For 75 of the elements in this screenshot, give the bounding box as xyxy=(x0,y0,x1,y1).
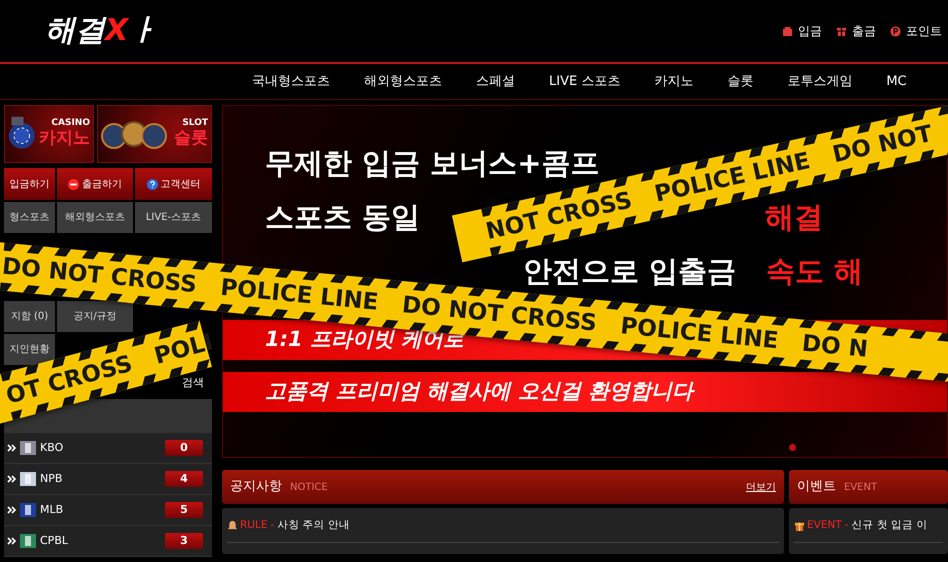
action-button[interactable]: 고객센터 xyxy=(135,168,212,200)
menu-button[interactable]: LIVE-스포츠 xyxy=(135,202,212,233)
tape-text: DO NOT xyxy=(830,122,934,167)
slot-banner[interactable]: SLOT 슬롯 xyxy=(97,105,212,163)
bell-icon xyxy=(227,520,238,532)
banner-text: 고품격 프리미엄 해결사에 오신걸 환영합니다 xyxy=(265,378,694,406)
nav-link[interactable]: 로투스게임 xyxy=(787,72,852,92)
minus-circle-icon xyxy=(68,178,79,190)
wallet-icon xyxy=(782,26,793,36)
tape-text: POLI xyxy=(152,330,216,368)
nav-link[interactable]: LIVE 스포츠 xyxy=(549,72,620,92)
banner-caption: CASINO xyxy=(51,118,90,128)
gift-icon xyxy=(794,520,805,532)
league-logo-icon xyxy=(20,441,36,455)
header-link[interactable]: 포인트 xyxy=(890,22,942,40)
tape-text: POLICE LINE xyxy=(219,276,380,314)
banner-headline: 해결 xyxy=(765,202,824,232)
league-logo-icon xyxy=(20,534,36,548)
league-name: KBO xyxy=(40,440,64,456)
banner-caption: SLOT xyxy=(182,118,208,128)
count-badge: 3 xyxy=(165,533,203,549)
nav-link[interactable]: 스페셜 xyxy=(476,72,515,92)
panel-subtitle: EVENT xyxy=(844,480,878,494)
banner-headline: 스포츠 동일 xyxy=(265,202,420,232)
league-row[interactable]: MLB 5 xyxy=(4,495,212,526)
panel-subtitle: NOTICE xyxy=(290,480,329,494)
league-row[interactable]: NPB 4 xyxy=(4,464,212,495)
menu-button[interactable]: 지인현황 xyxy=(4,334,55,365)
double-chevron-icon xyxy=(7,537,16,545)
action-button[interactable]: 입금하기 xyxy=(4,168,55,200)
count-badge: 4 xyxy=(165,471,203,487)
more-link[interactable]: 더보기 xyxy=(746,480,776,494)
double-chevron-icon xyxy=(7,444,16,452)
tape-text: POLICE LINE xyxy=(619,314,780,353)
nav-link[interactable]: 해외형스포츠 xyxy=(364,72,442,92)
tape-text: DO NOT CROSS xyxy=(1,255,198,297)
banner-headline: 속도 해 xyxy=(766,256,864,286)
league-name: CPBL xyxy=(40,532,69,549)
count-badge: 5 xyxy=(165,502,203,518)
menu-button[interactable]: 지함 (0) xyxy=(4,301,55,332)
action-button[interactable]: 출금하기 xyxy=(57,168,133,200)
panel-title: 이벤트 xyxy=(797,478,836,496)
league-name: MLB xyxy=(40,502,64,518)
league-row[interactable]: CPBL 3 xyxy=(4,526,212,557)
notice-link[interactable]: EVENT - 신규 첫 입금 이 xyxy=(807,518,928,534)
double-chevron-icon xyxy=(7,475,16,483)
gift-icon xyxy=(836,26,847,36)
casino-banner[interactable]: CASINO 카지노 xyxy=(4,105,94,163)
league-name: NPB xyxy=(40,470,64,487)
league-logo-icon xyxy=(20,472,36,486)
coin-icon xyxy=(890,26,901,36)
panel-title: 공지사항 xyxy=(230,478,282,496)
banner-headline: 무제한 입금 보너스+콤프 xyxy=(265,148,600,178)
league-row[interactable]: KBO 0 xyxy=(4,433,212,464)
nav-link[interactable]: MC xyxy=(886,72,907,92)
double-chevron-icon xyxy=(7,506,16,514)
menu-button[interactable]: 해외형스포츠 xyxy=(57,202,133,233)
nav-link[interactable]: 국내형스포츠 xyxy=(252,72,330,92)
site-logo[interactable]: 해결X ㅏ xyxy=(45,16,158,46)
banner-headline: 안전으로 입출금 xyxy=(523,256,736,286)
header-link[interactable]: 출금 xyxy=(836,22,876,40)
header-link[interactable]: 입금 xyxy=(782,22,822,40)
search-button[interactable]: 검색 xyxy=(182,374,204,392)
league-logo-icon xyxy=(20,503,36,517)
nav-link[interactable]: 카지노 xyxy=(654,72,694,92)
tape-text: NOT CROSS xyxy=(484,189,634,244)
nav-link[interactable]: 슬롯 xyxy=(727,72,754,92)
help-icon xyxy=(146,178,158,190)
menu-button[interactable]: 공지/규정 xyxy=(57,301,133,332)
menu-button[interactable]: 형스포츠 xyxy=(4,202,55,233)
banner-title: 슬롯 xyxy=(174,128,208,150)
notice-link[interactable]: RULE - 사칭 주의 안내 xyxy=(240,518,350,534)
count-badge: 0 xyxy=(165,440,203,456)
banner-title: 카지노 xyxy=(39,128,90,150)
tape-text: DO N xyxy=(800,332,869,362)
